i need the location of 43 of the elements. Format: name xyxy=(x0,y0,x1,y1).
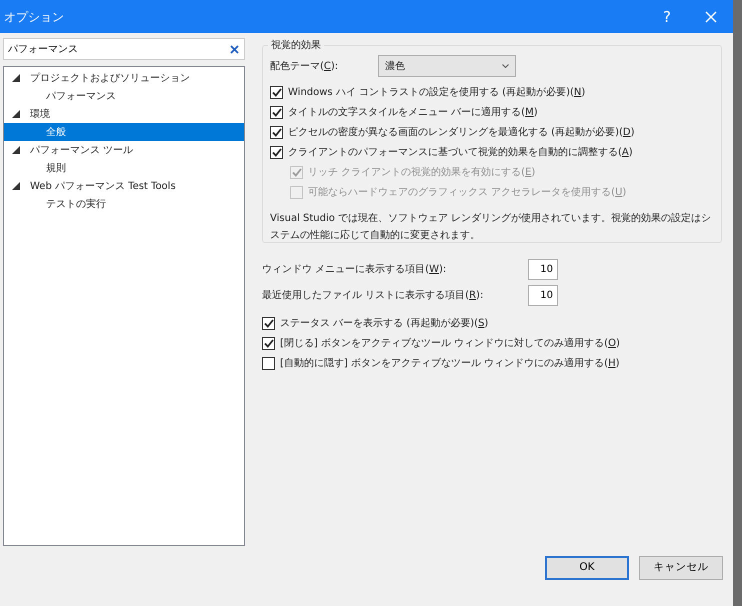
tree-item[interactable]: 規則 xyxy=(4,159,244,177)
rendering-note: Visual Studio では現在、ソフトウェア レンダリングが使用されています。視覚的効果の設定はシステムの性能に応じて自動的に変更されます。 xyxy=(270,212,712,243)
close-icon xyxy=(705,11,717,24)
checkbox[interactable] xyxy=(270,106,283,118)
expanded-triangle-icon[interactable] xyxy=(12,146,20,154)
theme-label: 配色テーマ(C): xyxy=(270,60,340,74)
count-label: 最近使用したファイル リストに表示する項目(R): xyxy=(262,288,484,303)
clear-icon[interactable] xyxy=(230,45,239,54)
expanded-triangle-icon[interactable] xyxy=(12,110,20,118)
dialog-button[interactable]: OK xyxy=(545,556,629,580)
checkbox[interactable] xyxy=(270,86,283,98)
checkbox[interactable] xyxy=(270,126,283,138)
tree-item[interactable]: 環境 xyxy=(4,105,244,123)
option-label: [閉じる] ボタンをアクティブなツール ウィンドウに対してのみ適用する(O) xyxy=(280,336,620,350)
checkbox[interactable] xyxy=(262,316,275,330)
theme-dropdown[interactable]: 濃色 xyxy=(378,55,516,77)
checkbox[interactable] xyxy=(262,336,275,350)
option-label: タイトルの文字スタイルをメニュー バーに適用する(M) xyxy=(288,106,538,120)
tree-item[interactable]: Web パフォーマンス Test Tools xyxy=(4,177,244,195)
expanded-triangle-icon[interactable] xyxy=(12,74,20,82)
expanded-triangle-icon[interactable] xyxy=(12,182,20,190)
dialog-button[interactable]: キャンセル xyxy=(639,556,723,580)
option-label: 可能ならハードウェアのグラフィックス アクセラレータを使用する(U) xyxy=(308,186,626,200)
checkbox[interactable] xyxy=(262,356,275,370)
count-label: ウィンドウ メニューに表示する項目(W): xyxy=(262,262,448,277)
option-label: ステータス バーを表示する (再起動が必要)(S) xyxy=(280,316,488,330)
tree-item[interactable]: プロジェクトおよびソリューション xyxy=(4,69,244,87)
option-label: ピクセルの密度が異なる画面のレンダリングを最適化する (再起動が必要)(D) xyxy=(288,126,634,140)
option-label: Windows ハイ コントラストの設定を使用する (再起動が必要)(N) xyxy=(288,86,586,100)
tree-item[interactable]: テストの実行 xyxy=(4,195,244,213)
checkbox[interactable] xyxy=(270,146,283,158)
option-label: リッチ クライアントの視覚的効果を有効にする(E) xyxy=(308,166,536,180)
chevron-down-icon xyxy=(502,64,509,68)
option-label: クライアントのパフォーマンスに基づいて視覚的効果を自動的に調整する(A) xyxy=(288,146,633,160)
tree-item[interactable]: 全般 xyxy=(4,123,244,141)
number-field[interactable]: 10 xyxy=(528,259,558,280)
search-field[interactable]: パフォーマンス xyxy=(3,38,245,60)
help-button[interactable]: ? xyxy=(645,2,689,30)
option-label: [自動的に隠す] ボタンをアクティブなツール ウィンドウにのみ適用する(H) xyxy=(280,356,620,370)
tree-item[interactable]: パフォーマンス ツール xyxy=(4,141,244,159)
tree-item[interactable]: パフォーマンス xyxy=(4,87,244,105)
window-title: オプション xyxy=(4,8,64,26)
number-field[interactable]: 10 xyxy=(528,285,558,306)
